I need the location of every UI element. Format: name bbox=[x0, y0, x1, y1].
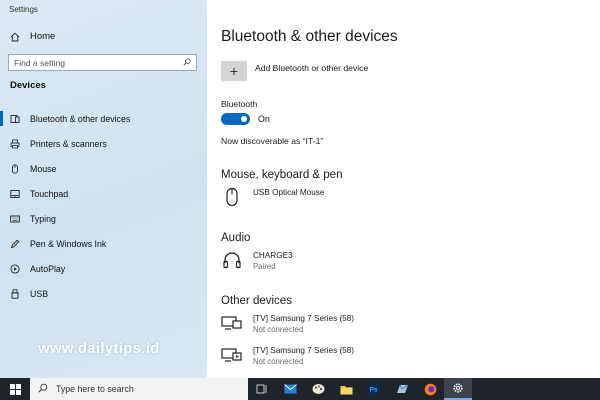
devices-section-label: Devices bbox=[10, 80, 46, 91]
taskbar-search-box[interactable]: Type here to search bbox=[30, 378, 248, 400]
autoplay-icon bbox=[10, 263, 20, 274]
device-item[interactable]: [TV] Samsung 7 Series (58) Not connected bbox=[221, 313, 354, 335]
taskbar-search-placeholder: Type here to search bbox=[56, 384, 134, 394]
home-icon bbox=[10, 32, 20, 42]
settings-gear-icon[interactable] bbox=[444, 378, 472, 400]
sidebar-item-typing[interactable]: Typing bbox=[0, 206, 207, 231]
sidebar-item-label: Touchpad bbox=[30, 188, 69, 199]
device-item[interactable]: USB Optical Mouse bbox=[221, 187, 324, 207]
bluetooth-icon bbox=[10, 114, 20, 124]
toggle-state-label: On bbox=[258, 114, 270, 124]
keyboard-icon bbox=[10, 214, 20, 224]
section-title-input-devices: Mouse, keyboard & pen bbox=[221, 169, 343, 181]
sidebar-item-printers[interactable]: Printers & scanners bbox=[0, 131, 207, 156]
sidebar: Settings Home Find a setting Devices Blu… bbox=[0, 0, 207, 378]
file-explorer-icon[interactable] bbox=[332, 378, 360, 400]
sidebar-item-pen[interactable]: Pen & Windows Ink bbox=[0, 231, 207, 256]
display-icon bbox=[221, 313, 243, 333]
add-device-label[interactable]: Add Bluetooth or other device bbox=[255, 61, 368, 73]
mouse-icon bbox=[221, 187, 243, 207]
sidebar-item-label: AutoPlay bbox=[30, 263, 66, 274]
sidebar-item-usb[interactable]: USB bbox=[0, 281, 207, 306]
add-device-button[interactable]: + bbox=[221, 61, 247, 81]
sidebar-item-label: Bluetooth & other devices bbox=[30, 113, 131, 124]
toggle-knob bbox=[241, 116, 247, 122]
sidebar-item-label: Typing bbox=[30, 213, 56, 224]
bluetooth-toggle-row: On bbox=[221, 113, 270, 125]
discoverable-text: Now discoverable as “IT-1” bbox=[221, 136, 324, 146]
firefox-icon[interactable] bbox=[416, 378, 444, 400]
home-label: Home bbox=[30, 31, 56, 42]
device-item[interactable]: CHARGE3 Paired bbox=[221, 250, 293, 272]
device-status: Not connected bbox=[253, 357, 304, 366]
main-panel: Bluetooth & other devices + Add Bluetoot… bbox=[207, 0, 600, 378]
section-title-other-devices: Other devices bbox=[221, 295, 292, 307]
svg-text:Ps: Ps bbox=[370, 387, 378, 394]
usb-icon bbox=[10, 288, 20, 299]
device-name: [TV] Samsung 7 Series (58) bbox=[253, 314, 355, 323]
search-icon bbox=[38, 383, 48, 395]
start-button[interactable] bbox=[0, 378, 30, 400]
windows-logo-icon bbox=[9, 383, 21, 395]
pen-icon bbox=[10, 239, 20, 249]
home-link[interactable]: Home bbox=[10, 31, 55, 42]
page-title: Bluetooth & other devices bbox=[221, 28, 398, 45]
mouse-icon bbox=[10, 163, 20, 174]
device-status: Paired bbox=[253, 262, 276, 271]
headphones-icon bbox=[221, 250, 243, 270]
sidebar-nav: Bluetooth & other devices Printers & sca… bbox=[0, 106, 207, 306]
sidebar-item-label: Pen & Windows Ink bbox=[30, 238, 107, 249]
device-item[interactable]: [TV] Samsung 7 Series (58) Not connected bbox=[221, 345, 354, 367]
settings-search-placeholder: Find a setting bbox=[14, 57, 66, 68]
printer-icon bbox=[10, 139, 20, 149]
taskbar: Type here to search Ps bbox=[0, 378, 600, 400]
plus-icon: + bbox=[229, 63, 239, 79]
sidebar-item-autoplay[interactable]: AutoPlay bbox=[0, 256, 207, 281]
device-status: Not connected bbox=[253, 325, 304, 334]
sidebar-item-touchpad[interactable]: Touchpad bbox=[0, 181, 207, 206]
sidebar-item-bluetooth[interactable]: Bluetooth & other devices bbox=[0, 106, 207, 131]
touchpad-icon bbox=[10, 189, 20, 199]
paint-icon[interactable] bbox=[304, 378, 332, 400]
task-view-icon[interactable] bbox=[248, 378, 276, 400]
device-name: USB Optical Mouse bbox=[253, 188, 325, 197]
sidebar-item-mouse[interactable]: Mouse bbox=[0, 156, 207, 181]
device-name: [TV] Samsung 7 Series (58) bbox=[253, 346, 355, 355]
watermark-text: www.dailytips.id bbox=[38, 340, 160, 357]
app-icon[interactable] bbox=[388, 378, 416, 400]
sidebar-item-label: USB bbox=[30, 288, 49, 299]
sidebar-item-label: Printers & scanners bbox=[30, 138, 107, 149]
sidebar-item-label: Mouse bbox=[30, 163, 57, 174]
section-title-audio: Audio bbox=[221, 232, 251, 244]
mail-icon[interactable] bbox=[276, 378, 304, 400]
photoshop-icon[interactable]: Ps bbox=[360, 378, 388, 400]
window-title: Settings bbox=[9, 5, 38, 14]
device-name: CHARGE3 bbox=[253, 251, 293, 260]
search-icon[interactable] bbox=[183, 58, 191, 68]
media-device-icon bbox=[221, 345, 243, 365]
add-device-row[interactable]: + Add Bluetooth or other device bbox=[221, 61, 368, 81]
bluetooth-label: Bluetooth bbox=[221, 99, 258, 109]
bluetooth-toggle[interactable] bbox=[221, 113, 250, 125]
settings-search-input[interactable]: Find a setting bbox=[8, 54, 197, 71]
